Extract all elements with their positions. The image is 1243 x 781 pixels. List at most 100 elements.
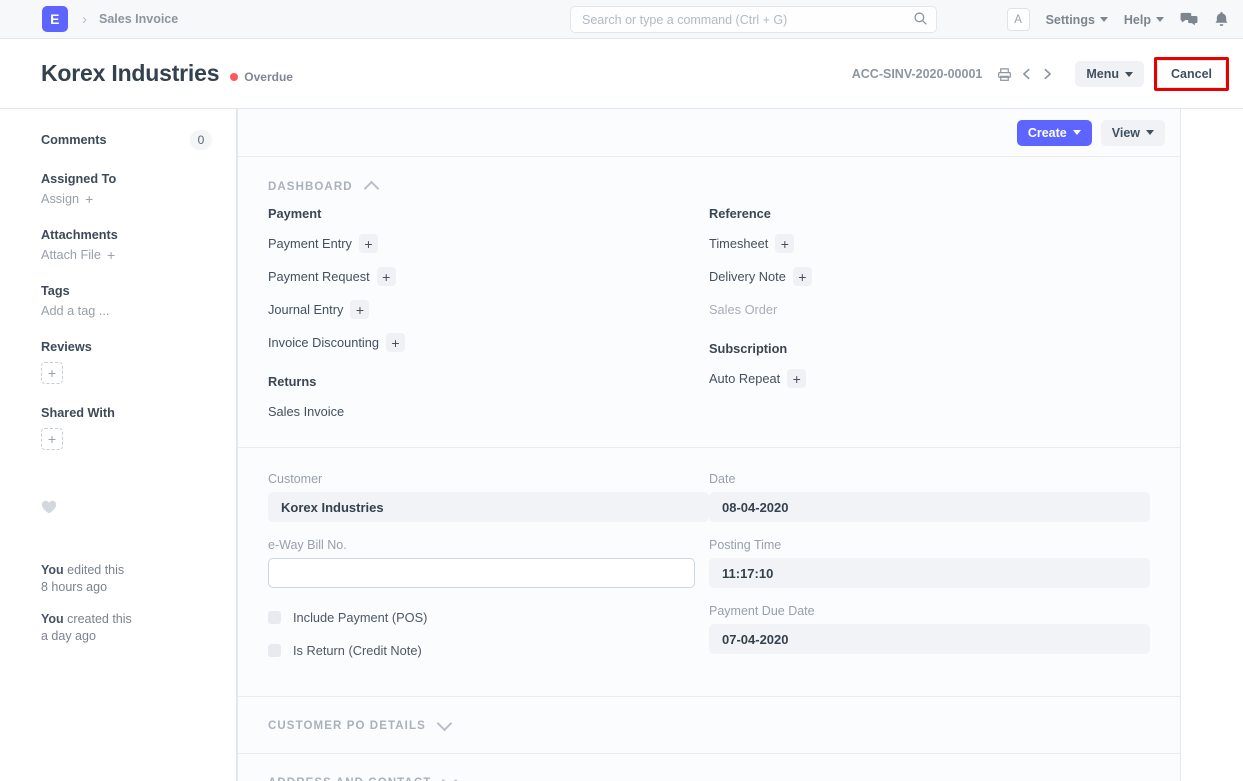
add-tag-label: Add a tag ... bbox=[41, 304, 109, 318]
chat-icon[interactable] bbox=[1180, 12, 1198, 28]
link-invoice-discounting[interactable]: Invoice Discounting bbox=[268, 335, 379, 350]
title-row: Korex Industries Overdue bbox=[41, 60, 293, 87]
plus-icon: + bbox=[85, 192, 93, 206]
reviews-label: Reviews bbox=[41, 340, 212, 354]
customer-value[interactable]: Korex Industries bbox=[268, 492, 709, 522]
timeline-actor: You bbox=[41, 563, 64, 577]
dashboard-left-column: Payment Payment Entry + Payment Request … bbox=[268, 206, 709, 421]
status-badge: Overdue bbox=[230, 70, 293, 84]
address-and-contact-header[interactable]: ADDRESS AND CONTACT bbox=[268, 754, 1150, 781]
add-review-button[interactable]: + bbox=[41, 362, 63, 384]
add-journal-entry-icon[interactable]: + bbox=[350, 300, 369, 319]
link-auto-repeat[interactable]: Auto Repeat bbox=[709, 371, 780, 386]
chevron-up-icon bbox=[363, 181, 379, 197]
settings-dropdown[interactable]: Settings bbox=[1046, 13, 1108, 27]
dashboard-group-returns: Returns Sales Invoice bbox=[268, 374, 709, 421]
group-title: Reference bbox=[709, 206, 1150, 221]
timeline-time: 8 hours ago bbox=[41, 580, 107, 594]
dashboard-link-row: Sales Invoice bbox=[268, 402, 709, 421]
status-dot-icon bbox=[230, 73, 238, 81]
link-payment-request[interactable]: Payment Request bbox=[268, 269, 370, 284]
link-journal-entry[interactable]: Journal Entry bbox=[268, 302, 343, 317]
settings-label: Settings bbox=[1046, 13, 1095, 27]
eway-bill-input[interactable] bbox=[268, 558, 695, 588]
like-heart-icon[interactable] bbox=[41, 500, 212, 518]
comments-label: Comments bbox=[41, 133, 107, 147]
menu-button[interactable]: Menu bbox=[1075, 61, 1144, 87]
posting-time-label: Posting Time bbox=[709, 538, 1150, 552]
group-title: Subscription bbox=[709, 341, 1150, 356]
include-payment-pos-label: Include Payment (POS) bbox=[293, 610, 427, 625]
page-body: Comments 0 Assigned To Assign + Attachme… bbox=[0, 109, 1243, 781]
include-payment-pos-checkbox[interactable] bbox=[268, 611, 281, 624]
address-and-contact-title: ADDRESS AND CONTACT bbox=[268, 777, 431, 781]
breadcrumb-separator-icon: › bbox=[82, 12, 87, 27]
dashboard-group-reference: Reference Timesheet + Delivery Note + Sa… bbox=[709, 206, 1150, 319]
dashboard-link-row: Timesheet + bbox=[709, 234, 1150, 253]
attach-file-button[interactable]: Attach File + bbox=[41, 248, 212, 262]
date-value[interactable]: 08-04-2020 bbox=[709, 492, 1150, 522]
add-tag-input[interactable]: Add a tag ... bbox=[41, 304, 212, 318]
dashboard-link-row: Payment Entry + bbox=[268, 234, 709, 253]
avatar[interactable]: A bbox=[1007, 8, 1030, 31]
link-delivery-note[interactable]: Delivery Note bbox=[709, 269, 786, 284]
add-payment-request-icon[interactable]: + bbox=[377, 267, 396, 286]
global-search bbox=[570, 6, 937, 33]
dashboard-links-grid: Payment Payment Entry + Payment Request … bbox=[268, 206, 1150, 447]
dashboard-section-header[interactable]: DASHBOARD bbox=[268, 157, 1150, 206]
posting-time-value[interactable]: 11:17:10 bbox=[709, 558, 1150, 588]
chevron-down-icon bbox=[1073, 130, 1081, 135]
app-logo[interactable]: E bbox=[42, 6, 68, 32]
sidebar-item-attachments: Attachments Attach File + bbox=[41, 228, 212, 262]
help-label: Help bbox=[1124, 13, 1151, 27]
link-sales-invoice[interactable]: Sales Invoice bbox=[268, 404, 344, 419]
create-button[interactable]: Create bbox=[1017, 120, 1092, 146]
help-dropdown[interactable]: Help bbox=[1124, 13, 1164, 27]
notification-bell-icon[interactable] bbox=[1214, 11, 1229, 28]
is-return-checkbox[interactable] bbox=[268, 644, 281, 657]
include-payment-pos-row[interactable]: Include Payment (POS) bbox=[268, 610, 709, 625]
assigned-to-label: Assigned To bbox=[41, 172, 212, 186]
link-sales-order[interactable]: Sales Order bbox=[709, 302, 777, 317]
dashboard-link-row: Sales Order bbox=[709, 300, 1150, 319]
search-input[interactable] bbox=[570, 6, 937, 33]
checkbox-group: Include Payment (POS) Is Return (Credit … bbox=[268, 610, 709, 658]
customer-po-details-header[interactable]: CUSTOMER PO DETAILS bbox=[268, 697, 1150, 753]
plus-icon: + bbox=[107, 248, 115, 262]
sidebar-item-comments[interactable]: Comments 0 bbox=[41, 130, 212, 150]
search-icon[interactable] bbox=[913, 11, 928, 31]
add-timesheet-icon[interactable]: + bbox=[775, 234, 794, 253]
dashboard-link-row: Payment Request + bbox=[268, 267, 709, 286]
add-invoice-discounting-icon[interactable]: + bbox=[386, 333, 405, 352]
chevron-down-icon bbox=[1125, 72, 1133, 77]
date-label: Date bbox=[709, 472, 1150, 486]
payment-due-date-value[interactable]: 07-04-2020 bbox=[709, 624, 1150, 654]
previous-document-icon[interactable] bbox=[1016, 64, 1037, 84]
breadcrumb-sales-invoice[interactable]: Sales Invoice bbox=[99, 12, 178, 26]
dashboard-link-row: Delivery Note + bbox=[709, 267, 1150, 286]
print-icon[interactable] bbox=[993, 64, 1016, 85]
posting-time-field: Posting Time 11:17:10 bbox=[709, 538, 1150, 588]
cancel-button[interactable]: Cancel bbox=[1157, 60, 1226, 88]
link-timesheet[interactable]: Timesheet bbox=[709, 236, 768, 251]
assign-button[interactable]: Assign + bbox=[41, 192, 212, 206]
add-auto-repeat-icon[interactable]: + bbox=[787, 369, 806, 388]
group-title: Payment bbox=[268, 206, 709, 221]
create-label: Create bbox=[1028, 126, 1067, 140]
add-payment-entry-icon[interactable]: + bbox=[359, 234, 378, 253]
dashboard-link-row: Invoice Discounting + bbox=[268, 333, 709, 352]
form-toolbar: Create View bbox=[238, 109, 1180, 157]
customer-po-details-title: CUSTOMER PO DETAILS bbox=[268, 720, 426, 732]
is-return-row[interactable]: Is Return (Credit Note) bbox=[268, 643, 709, 658]
next-document-icon[interactable] bbox=[1037, 64, 1058, 84]
add-delivery-note-icon[interactable]: + bbox=[793, 267, 812, 286]
view-button[interactable]: View bbox=[1101, 120, 1165, 146]
sidebar-item-reviews: Reviews + bbox=[41, 340, 212, 384]
link-payment-entry[interactable]: Payment Entry bbox=[268, 236, 352, 251]
add-shared-user-button[interactable]: + bbox=[41, 428, 63, 450]
timeline-time: a day ago bbox=[41, 629, 96, 643]
timeline-entry: You edited this 8 hours ago bbox=[41, 562, 212, 596]
cancel-button-highlight: Cancel bbox=[1154, 57, 1229, 91]
sidebar-item-shared-with: Shared With + bbox=[41, 406, 212, 450]
main-content: Create View DASHBOARD bbox=[237, 109, 1243, 781]
